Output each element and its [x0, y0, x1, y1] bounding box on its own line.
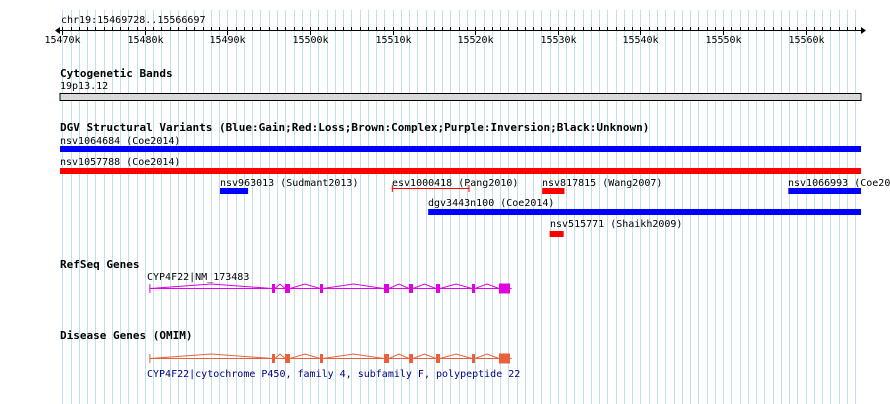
- omim-gene-exon[interactable]: [320, 354, 323, 363]
- dgv-variant-bar[interactable]: [60, 146, 861, 152]
- omim-gene-intron: [274, 353, 286, 359]
- cytoband-bar[interactable]: [59, 93, 862, 101]
- refseq-gene-exon[interactable]: [320, 284, 323, 293]
- omim-gene-exon[interactable]: [499, 353, 510, 364]
- dgv-variant-bar[interactable]: [60, 168, 861, 174]
- omim-gene-exon[interactable]: [472, 354, 475, 363]
- omim-gene-intron: [289, 353, 321, 359]
- refseq-gene-exon[interactable]: [384, 284, 389, 293]
- omim-gene-intron: [412, 353, 437, 359]
- refseq-gene-exon[interactable]: [499, 283, 510, 294]
- omim-gene-exon[interactable]: [272, 354, 275, 363]
- refseq-gene-intron: [150, 283, 273, 289]
- refseq-gene-intron: [439, 283, 473, 289]
- omim-gene-intron: [474, 353, 500, 359]
- refseq-gene-intron: [322, 283, 385, 289]
- omim-gene-intron: [150, 353, 273, 359]
- ruler-left-arrow: [55, 27, 60, 34]
- omim-gene-exon[interactable]: [285, 354, 290, 363]
- dgv-variant-bar[interactable]: [549, 231, 564, 237]
- omim-gene-intron: [388, 353, 410, 359]
- omim-gene-intron: [322, 353, 385, 359]
- dgv-variant-bar[interactable]: [428, 209, 861, 215]
- omim-gene-exon[interactable]: [409, 354, 413, 363]
- ruler-right-arrow: [861, 27, 866, 34]
- refseq-gene-intron: [289, 283, 321, 289]
- refseq-gene-exon[interactable]: [272, 284, 275, 293]
- refseq-gene-exon[interactable]: [409, 284, 413, 293]
- omim-gene-exon[interactable]: [436, 354, 440, 363]
- dgv-variant-bar[interactable]: [788, 188, 861, 194]
- refseq-gene-intron: [388, 283, 410, 289]
- omim-gene-exon[interactable]: [384, 354, 389, 363]
- refseq-gene-intron: [274, 283, 286, 289]
- refseq-gene-intron: [412, 283, 437, 289]
- omim-gene-intron: [439, 353, 473, 359]
- refseq-gene-intron: [474, 283, 500, 289]
- dgv-variant-bar[interactable]: [220, 188, 249, 194]
- dgv-variant-bar[interactable]: [542, 188, 565, 194]
- refseq-gene-exon[interactable]: [436, 284, 440, 293]
- genome-browser: chr19:15469728..15566697 15470k 15480k 154…: [0, 0, 890, 404]
- refseq-gene-exon[interactable]: [472, 284, 475, 293]
- track-features: [55, 27, 866, 364]
- refseq-gene-exon[interactable]: [285, 284, 290, 293]
